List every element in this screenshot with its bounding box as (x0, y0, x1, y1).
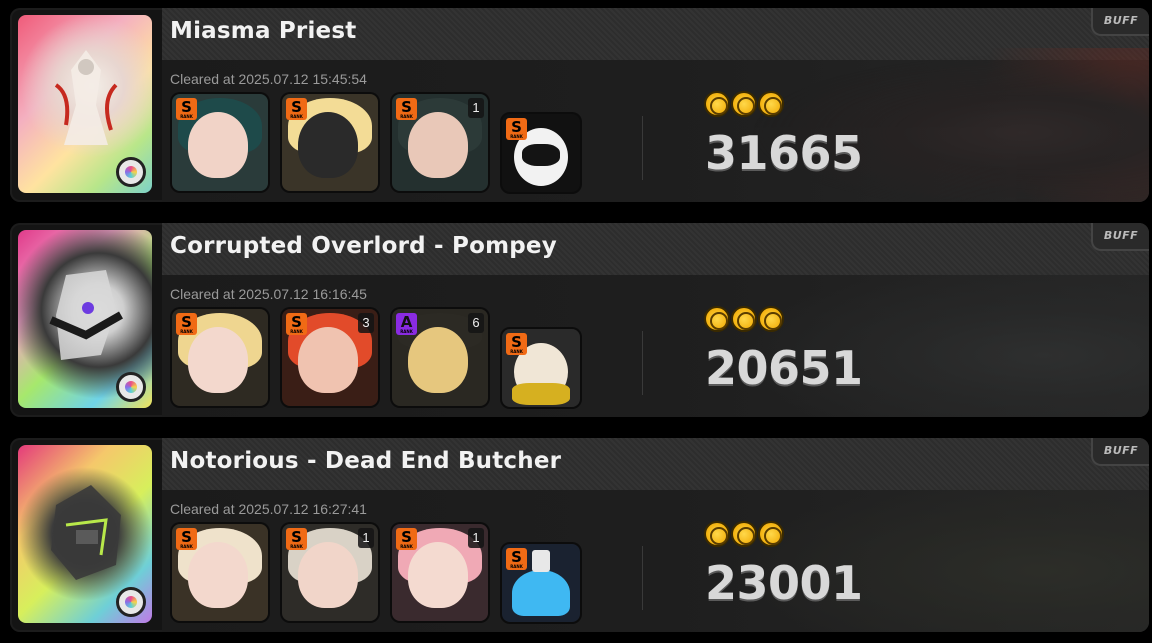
rank-badge: S (286, 98, 307, 120)
pride-emblem-icon (116, 157, 146, 187)
agent-portrait[interactable]: S (282, 94, 378, 191)
boss-portrait (18, 230, 152, 408)
agent-portrait[interactable]: S (172, 94, 268, 191)
star-icon (758, 91, 784, 117)
rank-badge: S (506, 548, 527, 570)
team-lineup: S S 1 S 1 S (172, 524, 592, 624)
star-rating (704, 306, 785, 334)
rank-badge: S (176, 313, 197, 335)
bangboo-portrait[interactable]: S (502, 114, 580, 192)
boss-portrait (18, 15, 152, 193)
agent-portrait[interactable]: S 3 (282, 309, 378, 406)
rank-badge: S (176, 528, 197, 550)
score-value: 20651 (705, 341, 863, 395)
rank-badge: A (396, 313, 417, 335)
agent-portrait[interactable]: S 1 (282, 524, 378, 621)
divider (642, 546, 643, 610)
star-rating (704, 91, 785, 119)
bangboo-portrait[interactable]: S (502, 544, 580, 622)
divider (642, 331, 643, 395)
boss-figure-icon (49, 270, 123, 360)
star-icon (758, 306, 784, 332)
rank-badge: S (286, 528, 307, 550)
star-icon (731, 91, 757, 117)
rank-badge: S (176, 98, 197, 120)
cleared-timestamp: Cleared at 2025.07.12 16:16:45 (170, 286, 367, 302)
boss-portrait (18, 445, 152, 623)
score-value: 31665 (705, 126, 863, 180)
buff-button[interactable]: BUFF (1091, 8, 1149, 36)
rank-badge: S (396, 98, 417, 120)
star-icon (704, 91, 730, 117)
boss-figure-icon (51, 485, 121, 580)
mindscape-level: 1 (358, 528, 374, 548)
pride-emblem-icon (116, 587, 146, 617)
star-icon (704, 306, 730, 332)
agent-portrait[interactable]: S (172, 309, 268, 406)
star-icon (704, 521, 730, 547)
team-lineup: S S 3 A 6 S (172, 309, 592, 409)
agent-portrait[interactable]: S 1 (392, 94, 488, 191)
team-lineup: S S S 1 S (172, 94, 592, 194)
pride-emblem-icon (116, 372, 146, 402)
bangboo-portrait[interactable]: S (502, 329, 580, 407)
buff-button[interactable]: BUFF (1091, 223, 1149, 251)
agent-portrait[interactable]: S 1 (392, 524, 488, 621)
rank-badge: S (396, 528, 417, 550)
rank-badge: S (506, 333, 527, 355)
boss-name: Corrupted Overlord - Pompey (170, 233, 557, 259)
rank-badge: S (286, 313, 307, 335)
agent-portrait[interactable]: S (172, 524, 268, 621)
star-icon (731, 521, 757, 547)
star-icon (758, 521, 784, 547)
agent-portrait[interactable]: A 6 (392, 309, 488, 406)
mindscape-level: 1 (468, 528, 484, 548)
score-value: 23001 (705, 556, 863, 610)
mindscape-level: 6 (468, 313, 484, 333)
cleared-timestamp: Cleared at 2025.07.12 15:45:54 (170, 71, 367, 87)
boss-record-card[interactable]: Notorious - Dead End Butcher BUFF Cleare… (10, 438, 1149, 632)
mindscape-level: 3 (358, 313, 374, 333)
star-rating (704, 521, 785, 549)
cleared-timestamp: Cleared at 2025.07.12 16:27:41 (170, 501, 367, 517)
rank-badge: S (506, 118, 527, 140)
boss-figure-icon (54, 50, 118, 145)
boss-name: Miasma Priest (170, 18, 357, 44)
boss-record-card[interactable]: Corrupted Overlord - Pompey BUFF Cleared… (10, 223, 1149, 417)
boss-record-card[interactable]: Miasma Priest BUFF Cleared at 2025.07.12… (10, 8, 1149, 202)
buff-button[interactable]: BUFF (1091, 438, 1149, 466)
boss-name: Notorious - Dead End Butcher (170, 448, 562, 474)
star-icon (731, 306, 757, 332)
divider (642, 116, 643, 180)
mindscape-level: 1 (468, 98, 484, 118)
